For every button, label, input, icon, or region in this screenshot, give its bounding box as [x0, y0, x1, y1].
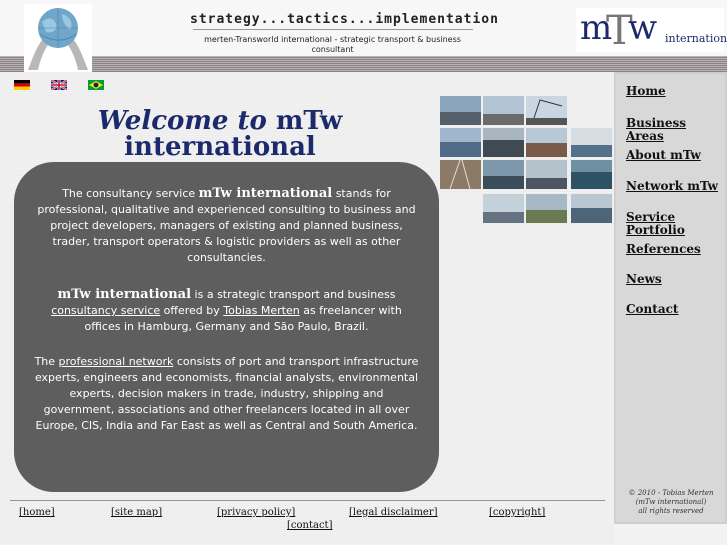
footer-copyright-link[interactable]: [copyright] [489, 507, 545, 518]
harbor-photo [440, 128, 481, 157]
copyright-line-1: © 2010 - Tobias Merten [628, 489, 714, 497]
footer-privacy-policy-link[interactable]: [privacy policy] [217, 507, 295, 518]
intro-paragraph-3: The professional network consists of por… [34, 354, 419, 434]
nav-news[interactable]: News [626, 273, 662, 286]
railway-photo [440, 160, 481, 189]
port-photo [440, 96, 481, 125]
footer-contact-link[interactable]: [contact] [287, 520, 332, 531]
nav-contact[interactable]: Contact [626, 303, 678, 316]
welcome-heading: Welcome to mTw international [60, 108, 380, 160]
dock-photo [483, 194, 524, 223]
copyright-line-3: all rights reserved [638, 507, 704, 515]
coast-photo [571, 128, 612, 157]
tagline-divider [193, 29, 473, 30]
copyright-line-2: (mTw international) [635, 498, 707, 506]
photo-collage [436, 94, 614, 228]
port-photo [483, 96, 524, 125]
river-photo [483, 160, 524, 189]
brazil-flag-icon[interactable] [88, 80, 104, 90]
logo-letter-w: w [628, 8, 658, 48]
company-subline: merten-Transworld international - strate… [204, 35, 461, 54]
tagline: strategy...tactics...implementation [190, 12, 499, 27]
vessel-photo [526, 160, 567, 189]
ship-photo [483, 128, 524, 157]
header-stripe [0, 56, 727, 72]
intro-paragraph-2: mTw international is a strategic transpo… [34, 287, 419, 335]
footer-site-map-link[interactable]: [site map] [111, 507, 162, 518]
terminal-photo [526, 128, 567, 157]
globe-hands-logo-icon [24, 4, 92, 72]
sea-photo [571, 160, 612, 189]
p2-text-b: offered by [160, 304, 224, 317]
tobias-merten-link[interactable]: Tobias Merten [223, 304, 299, 317]
landscape-photo [526, 194, 567, 223]
nav-references[interactable]: References [626, 243, 701, 256]
welcome-international: international [124, 132, 316, 162]
intro-paragraph-1: The consultancy service mTw internationa… [34, 186, 419, 266]
nav-business-areas[interactable]: Business Areas [626, 117, 727, 143]
nav-network-mtw[interactable]: Network mTw [626, 180, 718, 193]
consultancy-service-link[interactable]: consultancy service [51, 304, 160, 317]
p2-text-a: is a strategic transport and business [191, 288, 396, 301]
bay-photo [571, 194, 612, 223]
nav-service-portfolio[interactable]: Service Portfolio [626, 211, 727, 237]
german-flag-icon[interactable] [14, 80, 30, 90]
uk-flag-icon[interactable] [51, 80, 67, 90]
professional-network-link[interactable]: professional network [59, 355, 174, 368]
footer-divider [10, 500, 605, 501]
intro-panel: The consultancy service mTw internationa… [14, 162, 439, 492]
nav-about-mtw[interactable]: About mTw [626, 149, 701, 162]
footer-legal-disclaimer-link[interactable]: [legal disclaimer] [349, 507, 438, 518]
logo-international: international [665, 32, 727, 45]
p1-brand: mTw international [198, 186, 333, 201]
crane-photo [526, 96, 567, 125]
copyright-notice: © 2010 - Tobias Merten (mTw internationa… [618, 489, 724, 516]
footer-home-link[interactable]: [home] [19, 507, 55, 518]
p1-lead: The consultancy service [62, 187, 199, 200]
p3-text-a: The [34, 355, 59, 368]
nav-home[interactable]: Home [626, 85, 666, 98]
p2-brand: mTw international [57, 287, 192, 302]
